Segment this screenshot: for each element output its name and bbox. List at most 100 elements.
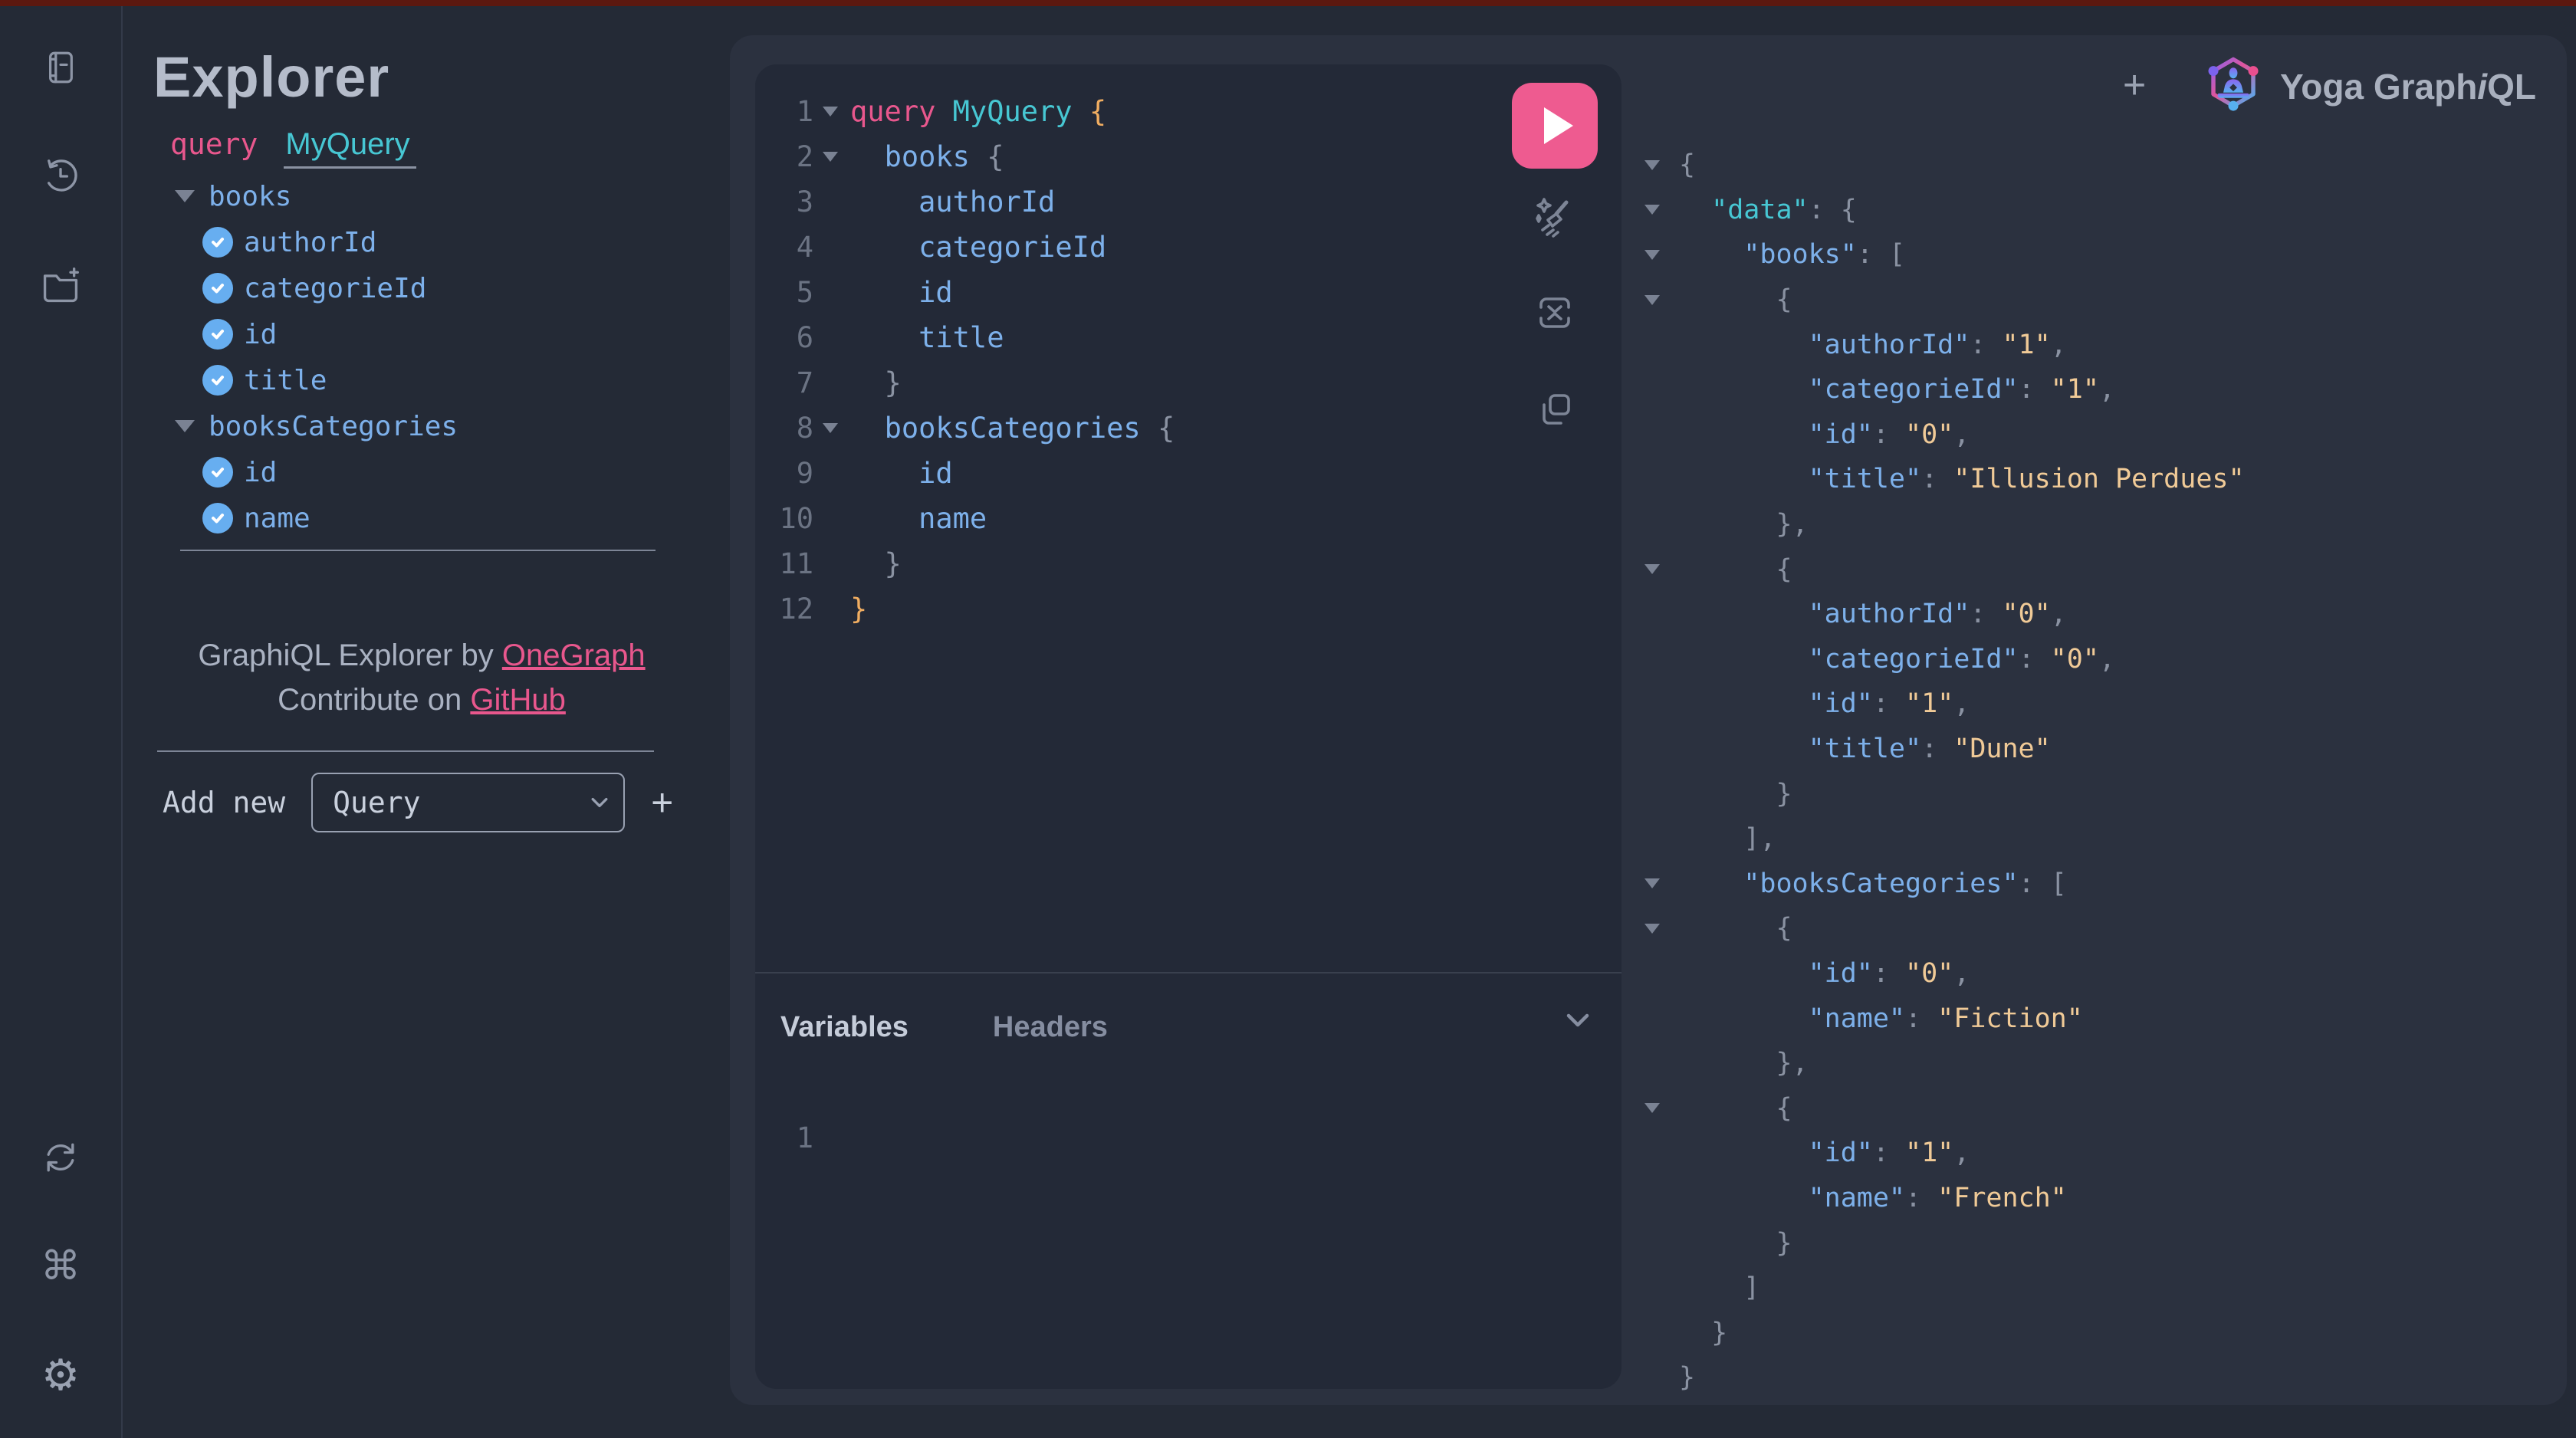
operation-type-select[interactable]: Query xyxy=(311,773,625,832)
response-line: } xyxy=(1622,1355,2567,1400)
line-number: 2 xyxy=(755,140,813,173)
line-number: 11 xyxy=(755,547,813,580)
tree-field-id[interactable]: id xyxy=(123,449,730,495)
editor-line[interactable]: 5 id xyxy=(755,270,1506,315)
history-icon xyxy=(41,156,80,196)
tree-field-title[interactable]: title xyxy=(123,357,730,403)
editor-line[interactable]: 6 title xyxy=(755,315,1506,360)
checked-checkbox-icon xyxy=(202,319,233,350)
onegraph-link[interactable]: OneGraph xyxy=(502,639,646,672)
session-panel: + Yoga GraphiQL xyxy=(730,35,2567,1405)
editor-line[interactable]: 1query MyQuery { xyxy=(755,89,1506,134)
fold-toggle-icon[interactable] xyxy=(823,152,838,162)
response-line: "authorId": "1", xyxy=(1622,322,2567,367)
docs-button[interactable] xyxy=(39,46,82,89)
add-new-row: Add new Query + xyxy=(163,773,673,832)
top-accent-strip xyxy=(0,0,2576,6)
left-icon-sidebar: ⌘ ⚙ xyxy=(0,6,123,1438)
response-line: } xyxy=(1622,771,2567,816)
tree-field-label: title xyxy=(244,365,327,396)
divider xyxy=(157,750,654,752)
tab-variables[interactable]: Variables xyxy=(780,1011,909,1044)
chevron-down-icon xyxy=(591,797,608,808)
editor-line[interactable]: 2 books { xyxy=(755,134,1506,179)
prettify-button[interactable] xyxy=(1533,195,1576,238)
editor-line[interactable]: 4 categorieId xyxy=(755,225,1506,270)
tree-field-authorId[interactable]: authorId xyxy=(123,219,730,265)
fold-toggle-icon[interactable] xyxy=(1644,878,1660,888)
variables-editor-line-number: 1 xyxy=(755,1121,813,1154)
response-line: } xyxy=(1622,1310,2567,1355)
prettify-icon xyxy=(1533,195,1576,238)
checked-checkbox-icon xyxy=(202,227,233,258)
response-line: "categorieId": "0", xyxy=(1622,637,2567,682)
gear-icon: ⚙ xyxy=(41,1354,80,1397)
response-panel: { "data": { "books": [ { "authorId": "1"… xyxy=(1622,35,2567,1405)
fold-toggle-icon[interactable] xyxy=(823,423,838,433)
tree-field-label: name xyxy=(244,503,310,534)
query-editor-panel: 1query MyQuery {2 books {3 authorId4 cat… xyxy=(755,64,1622,1389)
add-collection-button[interactable] xyxy=(39,264,82,307)
line-number: 4 xyxy=(755,231,813,264)
response-line: { xyxy=(1622,906,2567,951)
github-link[interactable]: GitHub xyxy=(470,683,566,717)
line-number: 8 xyxy=(755,412,813,445)
line-number: 5 xyxy=(755,276,813,309)
checked-checkbox-icon xyxy=(202,503,233,534)
tree-field-label: categorieId xyxy=(244,273,426,304)
editor-line[interactable]: 3 authorId xyxy=(755,179,1506,225)
operation-name-input[interactable]: MyQuery xyxy=(284,127,416,169)
add-new-label: Add new xyxy=(163,786,285,819)
tree-field-label: id xyxy=(244,457,277,488)
page-title: Explorer xyxy=(153,44,389,110)
tree-field-id[interactable]: id xyxy=(123,311,730,357)
merge-fragments-button[interactable] xyxy=(1533,291,1576,334)
copy-icon xyxy=(1533,388,1576,431)
tree-field-name[interactable]: name xyxy=(123,495,730,541)
editor-line[interactable]: 8 booksCategories { xyxy=(755,405,1506,451)
response-line: { xyxy=(1622,277,2567,323)
response-line: { xyxy=(1622,143,2567,188)
execute-query-button[interactable] xyxy=(1512,83,1598,169)
tree-field-label: books xyxy=(209,181,291,212)
tab-headers[interactable]: Headers xyxy=(993,1011,1108,1044)
contribute-text: Contribute on xyxy=(278,683,470,717)
tree-field-categorieId[interactable]: categorieId xyxy=(123,265,730,311)
fold-toggle-icon[interactable] xyxy=(1644,564,1660,574)
fold-toggle-icon[interactable] xyxy=(1644,924,1660,934)
tree-field-label: booksCategories xyxy=(209,411,458,442)
fold-toggle-icon[interactable] xyxy=(1644,1103,1660,1113)
copy-query-button[interactable] xyxy=(1533,388,1576,431)
tree-parent-books[interactable]: books xyxy=(123,173,730,219)
query-editor[interactable]: 1query MyQuery {2 books {3 authorId4 cat… xyxy=(755,89,1506,632)
fold-toggle-icon[interactable] xyxy=(1644,205,1660,215)
refetch-schema-button[interactable] xyxy=(39,1136,82,1179)
response-line: "booksCategories": [ xyxy=(1622,862,2567,907)
merge-icon xyxy=(1533,291,1576,334)
settings-button[interactable]: ⚙ xyxy=(39,1354,82,1397)
fold-toggle-icon[interactable] xyxy=(1644,250,1660,260)
operation-keyword: query xyxy=(170,127,258,161)
checked-checkbox-icon xyxy=(202,457,233,488)
editor-line[interactable]: 10 name xyxy=(755,496,1506,541)
explorer-panel: Explorer query MyQuery books authorId cate… xyxy=(123,6,730,1438)
tree-field-label: authorId xyxy=(244,227,376,258)
command-icon: ⌘ xyxy=(41,1246,80,1286)
fold-toggle-icon[interactable] xyxy=(823,107,838,117)
editor-line[interactable]: 7 } xyxy=(755,360,1506,405)
checked-checkbox-icon xyxy=(202,273,233,304)
add-operation-button[interactable]: + xyxy=(651,780,673,825)
keyboard-shortcuts-button[interactable]: ⌘ xyxy=(39,1245,82,1288)
line-number: 6 xyxy=(755,321,813,354)
response-line: }, xyxy=(1622,1041,2567,1086)
explorer-field-tree: books authorId categorieId id title booksCate… xyxy=(123,173,730,541)
editor-line[interactable]: 9 id xyxy=(755,451,1506,496)
history-button[interactable] xyxy=(39,155,82,198)
tree-parent-booksCategories[interactable]: booksCategories xyxy=(123,403,730,449)
response-line: { xyxy=(1622,547,2567,592)
chevron-down-icon[interactable] xyxy=(1566,1013,1589,1027)
editor-line[interactable]: 11 } xyxy=(755,541,1506,586)
fold-toggle-icon[interactable] xyxy=(1644,160,1660,170)
fold-toggle-icon[interactable] xyxy=(1644,295,1660,305)
editor-line[interactable]: 12} xyxy=(755,586,1506,632)
